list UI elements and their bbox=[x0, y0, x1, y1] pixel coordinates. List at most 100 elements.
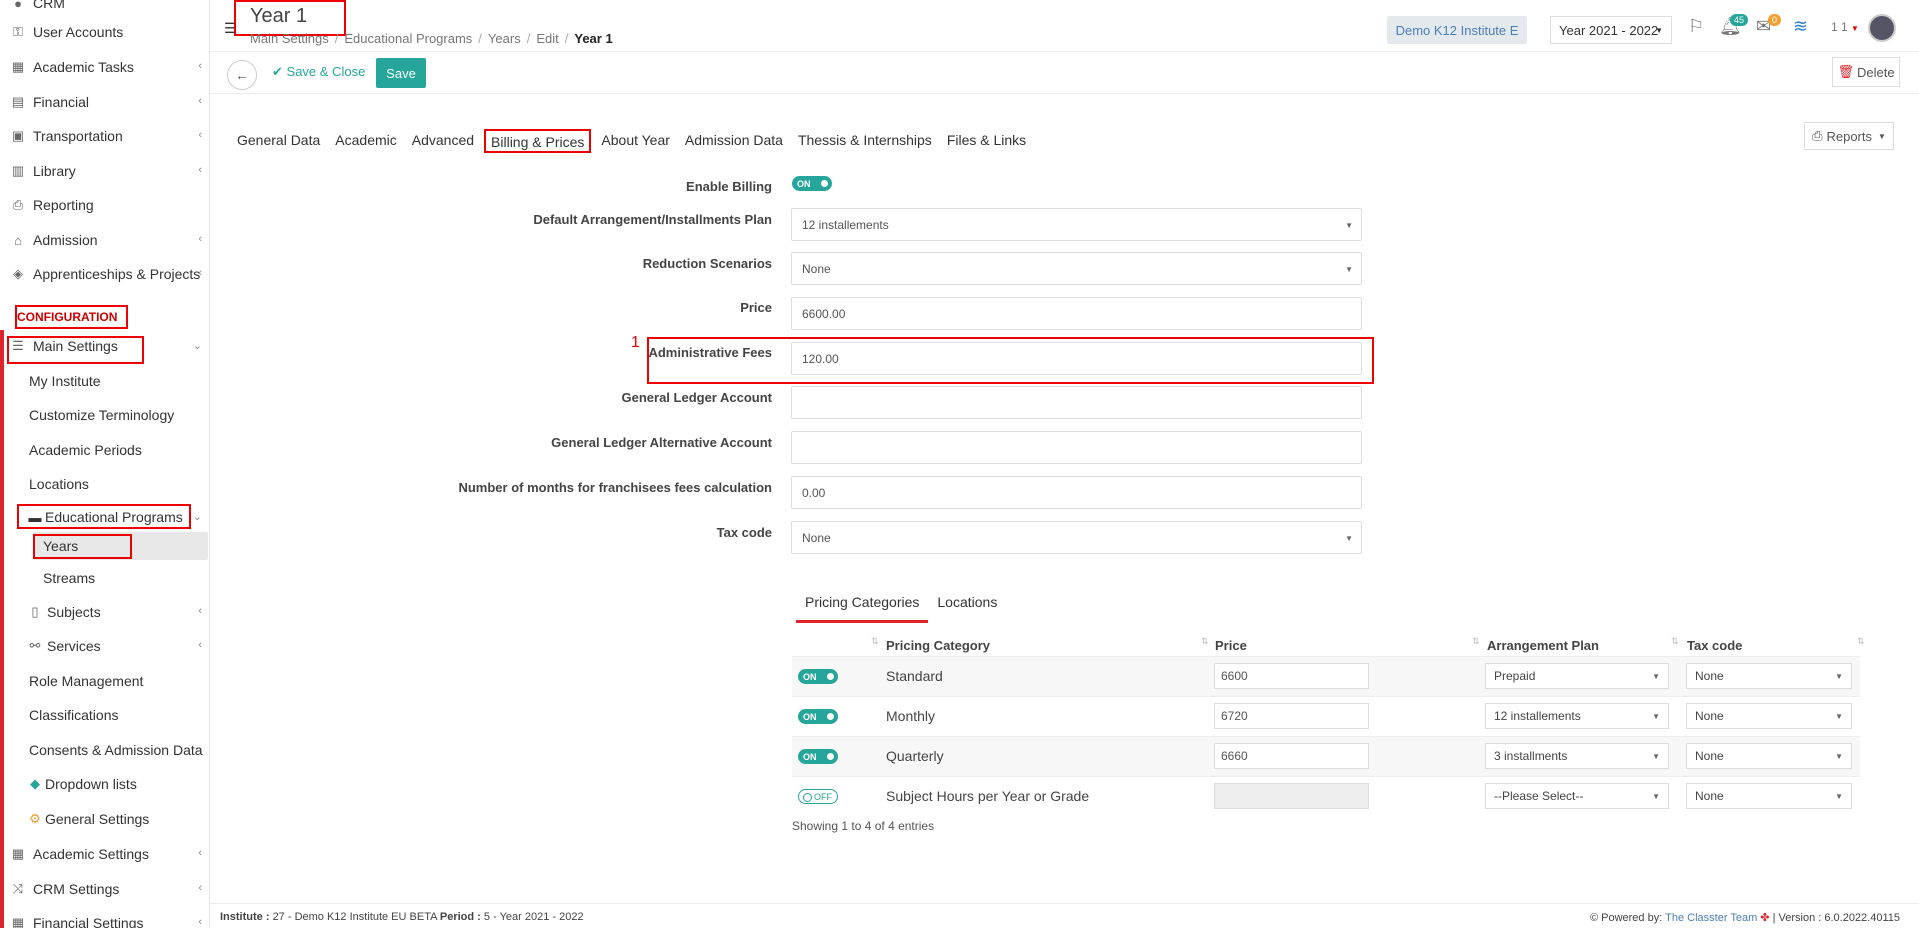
sidebar-item-academic-tasks[interactable]: ▦ Academic Tasks ‹ bbox=[0, 52, 209, 82]
chevron-left-icon: ‹ bbox=[198, 164, 202, 176]
row-toggle[interactable]: ON bbox=[798, 749, 838, 764]
tab-general-data[interactable]: General Data bbox=[232, 129, 325, 153]
sort-icon[interactable]: ⇅ bbox=[1472, 636, 1480, 647]
row-plan-select[interactable]: 12 installements ▼ bbox=[1485, 703, 1669, 729]
tax-code-select[interactable]: None ▼ bbox=[791, 521, 1362, 554]
admin-fees-input[interactable]: 120.00 bbox=[791, 342, 1362, 375]
flag-icon[interactable]: ⚐ bbox=[1688, 16, 1704, 37]
sort-icon[interactable]: ⇅ bbox=[871, 636, 879, 647]
gl-alt-account-input[interactable] bbox=[791, 431, 1362, 464]
sidebar-item-user-accounts[interactable]: ⚿ User Accounts bbox=[0, 17, 209, 47]
price-input[interactable]: 6600.00 bbox=[791, 297, 1362, 330]
step-marker: 1 bbox=[631, 334, 640, 351]
main-settings-highlight bbox=[7, 336, 144, 364]
row-toggle[interactable]: ON bbox=[798, 709, 838, 724]
sidebar-item-academic-periods[interactable]: Academic Periods bbox=[0, 435, 209, 465]
caret-down-icon: ▼ bbox=[1851, 24, 1859, 33]
reports-button[interactable]: ⎙ Reports ▼ bbox=[1804, 122, 1894, 150]
col-arrangement-plan[interactable]: Arrangement Plan bbox=[1487, 638, 1599, 653]
row-category: Standard bbox=[886, 668, 943, 684]
row-plan-select[interactable]: 3 installments ▼ bbox=[1485, 743, 1669, 769]
row-plan-select[interactable]: --Please Select-- ▼ bbox=[1485, 783, 1669, 809]
sort-icon[interactable]: ⇅ bbox=[1671, 636, 1679, 647]
sidebar-item-my-institute[interactable]: My Institute bbox=[0, 366, 209, 396]
sidebar-item-financial-settings[interactable]: ▦ Financial Settings ‹ bbox=[0, 908, 209, 928]
reduction-select[interactable]: None ▼ bbox=[791, 252, 1362, 285]
breadcrumb-main-settings[interactable]: Main Settings bbox=[250, 31, 329, 46]
row-price-input[interactable]: 6600 bbox=[1214, 663, 1369, 689]
sidebar-item-customize-terminology[interactable]: Customize Terminology bbox=[0, 400, 209, 430]
chevron-left-icon: ‹ bbox=[198, 916, 202, 928]
sidebar-item-streams[interactable]: Streams bbox=[33, 565, 208, 591]
row-price-input[interactable]: 6660 bbox=[1214, 743, 1369, 769]
delete-button[interactable]: 🗑︎ Delete bbox=[1832, 57, 1900, 87]
tab-advanced[interactable]: Advanced bbox=[407, 129, 479, 153]
months-label: Number of months for franchisees fees ca… bbox=[458, 480, 772, 495]
row-price-input[interactable]: 6720 bbox=[1214, 703, 1369, 729]
sidebar-item-consents[interactable]: Consents & Admission Data bbox=[0, 735, 209, 765]
enable-billing-toggle[interactable]: ON bbox=[792, 176, 832, 191]
row-tax-select[interactable]: None ▼ bbox=[1686, 703, 1852, 729]
institute-button[interactable]: Demo K12 Institute E bbox=[1387, 16, 1527, 44]
row-tax-select[interactable]: None ▼ bbox=[1686, 783, 1852, 809]
sidebar-item-academic-settings[interactable]: ▦ Academic Settings ‹ bbox=[0, 839, 209, 869]
sidebar-item-transportation[interactable]: ▣ Transportation ‹ bbox=[0, 121, 209, 151]
sidebar-item-crm-settings[interactable]: ⤨ CRM Settings ‹ bbox=[0, 874, 209, 904]
layers-icon: ◆ bbox=[30, 776, 40, 791]
copyright-icon: © bbox=[1589, 912, 1599, 924]
crm-icon: ● bbox=[14, 0, 22, 11]
tab-admission-data[interactable]: Admission Data bbox=[680, 129, 788, 153]
sidebar-item-crm[interactable]: ● CRM bbox=[0, 0, 209, 18]
print-icon: ⎙ bbox=[1812, 128, 1823, 143]
row-plan-select[interactable]: Prepaid ▼ bbox=[1485, 663, 1669, 689]
key-icon: ⚿ bbox=[13, 24, 23, 39]
sidebar-item-subjects[interactable]: ▯ Subjects ‹ bbox=[0, 597, 209, 627]
col-pricing-category[interactable]: Pricing Category bbox=[886, 638, 990, 653]
user-name[interactable]: 1 1 ▼ bbox=[1831, 20, 1859, 34]
sort-icon[interactable]: ⇅ bbox=[1857, 636, 1865, 647]
bus-icon: ▣ bbox=[11, 128, 25, 143]
sort-icon[interactable]: ⇅ bbox=[1201, 636, 1209, 647]
classter-link[interactable]: The Classter Team bbox=[1665, 912, 1757, 924]
chevron-down-icon: ⌄ bbox=[192, 340, 202, 352]
tab-about-year[interactable]: About Year bbox=[596, 129, 675, 153]
books-icon: ▥ bbox=[11, 163, 25, 178]
year-select[interactable]: Year 2021 - 2022 ▼ bbox=[1550, 16, 1672, 44]
sidebar-item-role-management[interactable]: Role Management bbox=[0, 666, 209, 696]
layers-icon[interactable]: ≋ bbox=[1793, 16, 1808, 37]
tab-files-links[interactable]: Files & Links bbox=[942, 129, 1031, 153]
sidebar-item-classifications[interactable]: Classifications bbox=[0, 700, 209, 730]
save-close-button[interactable]: ✔ Save & Close bbox=[272, 64, 365, 80]
tab-pricing-categories[interactable]: Pricing Categories bbox=[796, 591, 929, 623]
plan-select[interactable]: 12 installements ▼ bbox=[791, 208, 1362, 241]
tab-billing-prices[interactable]: Billing & Prices bbox=[484, 129, 592, 153]
row-tax-select[interactable]: None ▼ bbox=[1686, 663, 1852, 689]
row-toggle[interactable]: OFF bbox=[798, 789, 838, 804]
tab-academic[interactable]: Academic bbox=[330, 129, 401, 153]
tab-locations[interactable]: Locations bbox=[928, 591, 1006, 623]
sidebar-item-general-settings[interactable]: ⚙ General Settings bbox=[0, 804, 209, 834]
sidebar-item-admission[interactable]: ⌂ Admission ‹ bbox=[0, 225, 209, 255]
sidebar-item-services[interactable]: ⚯ Services ‹ bbox=[0, 631, 209, 661]
breadcrumb-years[interactable]: Years bbox=[488, 31, 521, 46]
row-tax-select[interactable]: None ▼ bbox=[1686, 743, 1852, 769]
gl-account-input[interactable] bbox=[791, 386, 1362, 419]
sidebar-item-reporting[interactable]: ⎙ Reporting bbox=[0, 190, 209, 220]
breadcrumb-edit[interactable]: Edit bbox=[536, 31, 558, 46]
months-input[interactable]: 0.00 bbox=[791, 476, 1362, 509]
sidebar-item-locations[interactable]: Locations bbox=[0, 469, 209, 499]
breadcrumb-educational-programs[interactable]: Educational Programs bbox=[344, 31, 472, 46]
col-price[interactable]: Price bbox=[1215, 638, 1247, 653]
sidebar-item-library[interactable]: ▥ Library ‹ bbox=[0, 156, 209, 186]
sidebar-item-financial[interactable]: ▤ Financial ‹ bbox=[0, 87, 209, 117]
col-tax-code[interactable]: Tax code bbox=[1687, 638, 1742, 653]
sidebar-item-apprenticeships[interactable]: ◈ Apprenticeships & Projects ‹ bbox=[0, 259, 209, 289]
sidebar-item-dropdown-lists[interactable]: ◆ Dropdown lists bbox=[0, 769, 209, 799]
tab-thesis-internships[interactable]: Thessis & Internships bbox=[793, 129, 937, 153]
footer-credits: © Powered by: The Classter Team ✤ | Vers… bbox=[1589, 912, 1900, 924]
save-button[interactable]: Save bbox=[376, 58, 426, 88]
row-toggle[interactable]: ON bbox=[798, 669, 838, 684]
chevron-left-icon: ‹ bbox=[198, 60, 202, 72]
back-button[interactable]: ← bbox=[227, 60, 257, 90]
avatar[interactable] bbox=[1868, 14, 1896, 42]
